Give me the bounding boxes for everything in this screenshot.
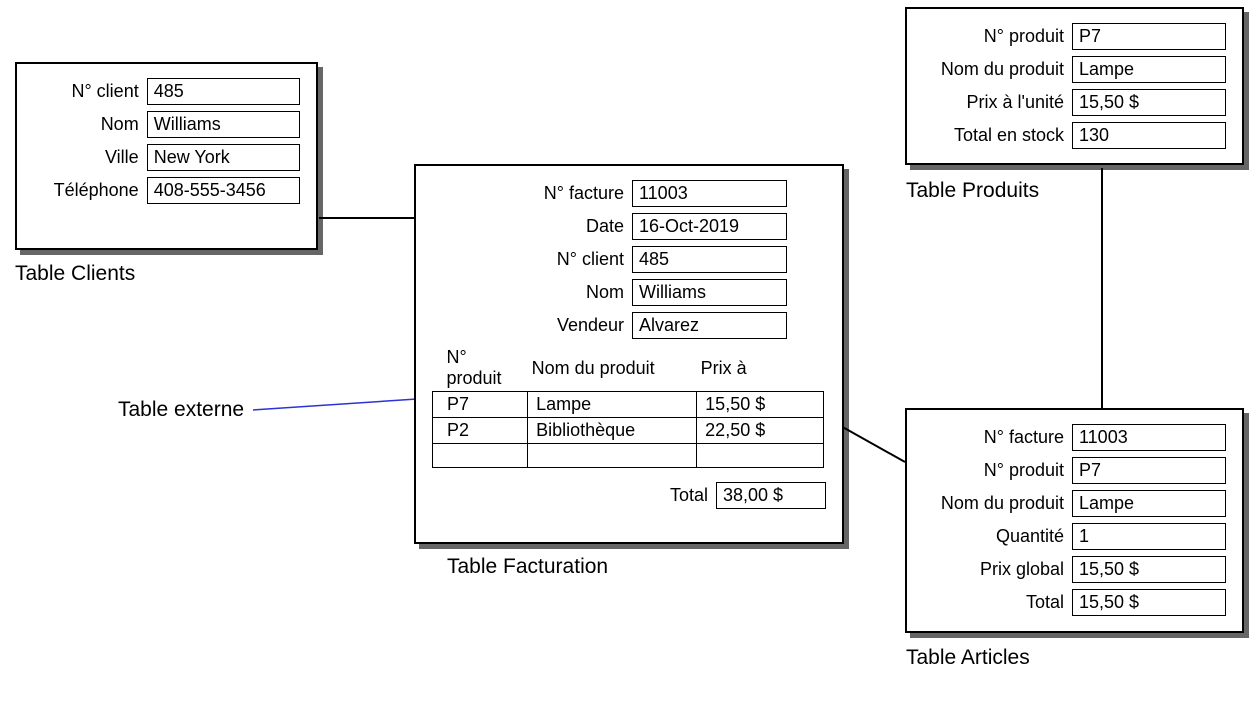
cell-id[interactable]: P2 — [433, 418, 528, 444]
field-value[interactable]: 15,50 $ — [1072, 89, 1226, 116]
field-label: N° produit — [923, 460, 1072, 481]
field-value[interactable]: 15,50 $ — [1072, 556, 1226, 583]
field-label: Téléphone — [33, 180, 147, 201]
field-label: Prix global — [923, 559, 1072, 580]
total-label: Total — [670, 485, 710, 506]
field-row: N° produit P7 — [923, 23, 1226, 50]
col-header-price: Prix à — [697, 345, 824, 392]
portal-table: N° produit Nom du produit Prix à P7 Lamp… — [432, 345, 824, 468]
field-label: Vendeur — [432, 315, 632, 336]
field-value[interactable]: New York — [147, 144, 300, 171]
field-value[interactable]: 1 — [1072, 523, 1226, 550]
field-label: Date — [432, 216, 632, 237]
field-value[interactable]: 408-555-3456 — [147, 177, 300, 204]
field-value[interactable]: Lampe — [1072, 490, 1226, 517]
field-row: Quantité 1 — [923, 523, 1226, 550]
field-row: N° facture 11003 — [432, 180, 826, 207]
cell-price[interactable]: 15,50 $ — [697, 392, 824, 418]
field-label: N° client — [432, 249, 632, 270]
cell-price[interactable]: 22,50 $ — [697, 418, 824, 444]
field-value[interactable]: P7 — [1072, 457, 1226, 484]
field-value[interactable]: 16-Oct-2019 — [632, 213, 787, 240]
table-header-row: N° produit Nom du produit Prix à — [433, 345, 824, 392]
cell-name[interactable] — [528, 444, 697, 468]
table-clients-panel: N° client 485 Nom Williams Ville New Yor… — [15, 62, 318, 250]
field-label: Nom du produit — [923, 493, 1072, 514]
cell-id[interactable] — [433, 444, 528, 468]
cell-name[interactable]: Bibliothèque — [528, 418, 697, 444]
annotation-table-externe: Table externe — [118, 398, 244, 422]
field-row: Nom Williams — [33, 111, 300, 138]
table-clients-title: Table Clients — [15, 262, 135, 286]
table-row[interactable]: P2 Bibliothèque 22,50 $ — [433, 418, 824, 444]
field-label: Quantité — [923, 526, 1072, 547]
field-value[interactable]: 11003 — [632, 180, 787, 207]
field-value[interactable]: Williams — [147, 111, 300, 138]
field-label: Nom — [33, 114, 147, 135]
field-label: N° produit — [923, 26, 1072, 47]
field-value[interactable]: Lampe — [1072, 56, 1226, 83]
field-row: Nom Williams — [432, 279, 826, 306]
field-row: N° facture 11003 — [923, 424, 1226, 451]
field-value[interactable]: 15,50 $ — [1072, 589, 1226, 616]
field-label: Total en stock — [923, 125, 1072, 146]
field-row: Date 16-Oct-2019 — [432, 213, 826, 240]
table-facturation-panel: N° facture 11003 Date 16-Oct-2019 N° cli… — [414, 164, 844, 544]
field-label: Nom du produit — [923, 59, 1072, 80]
table-articles-title: Table Articles — [906, 646, 1030, 670]
table-articles-panel: N° facture 11003 N° produit P7 Nom du pr… — [905, 408, 1244, 633]
table-produits-title: Table Produits — [906, 179, 1039, 203]
field-label: Ville — [33, 147, 147, 168]
field-label: Prix à l'unité — [923, 92, 1072, 113]
table-row[interactable] — [433, 444, 824, 468]
field-row: N° client 485 — [33, 78, 300, 105]
field-row: Total 15,50 $ — [923, 589, 1226, 616]
total-row: Total 38,00 $ — [432, 482, 826, 509]
field-row: Téléphone 408-555-3456 — [33, 177, 300, 204]
field-value[interactable]: P7 — [1072, 23, 1226, 50]
field-row: N° produit P7 — [923, 457, 1226, 484]
field-row: N° client 485 — [432, 246, 826, 273]
field-label: Total — [923, 592, 1072, 613]
table-row[interactable]: P7 Lampe 15,50 $ — [433, 392, 824, 418]
table-produits-panel: N° produit P7 Nom du produit Lampe Prix … — [905, 7, 1244, 165]
field-row: Total en stock 130 — [923, 122, 1226, 149]
field-row: Vendeur Alvarez — [432, 312, 826, 339]
cell-price[interactable] — [697, 444, 824, 468]
field-label: N° client — [33, 81, 147, 102]
total-value[interactable]: 38,00 $ — [716, 482, 826, 509]
cell-name[interactable]: Lampe — [528, 392, 697, 418]
col-header-id: N° produit — [433, 345, 528, 392]
field-row: Nom du produit Lampe — [923, 56, 1226, 83]
col-header-name: Nom du produit — [528, 345, 697, 392]
field-value[interactable]: 11003 — [1072, 424, 1226, 451]
field-value[interactable]: Williams — [632, 279, 787, 306]
field-value[interactable]: 130 — [1072, 122, 1226, 149]
cell-id[interactable]: P7 — [433, 392, 528, 418]
field-label: N° facture — [923, 427, 1072, 448]
table-facturation-title: Table Facturation — [447, 555, 608, 579]
field-value[interactable]: 485 — [147, 78, 300, 105]
field-value[interactable]: Alvarez — [632, 312, 787, 339]
field-row: Prix à l'unité 15,50 $ — [923, 89, 1226, 116]
field-row: Prix global 15,50 $ — [923, 556, 1226, 583]
field-label: N° facture — [432, 183, 632, 204]
field-row: Ville New York — [33, 144, 300, 171]
field-value[interactable]: 485 — [632, 246, 787, 273]
field-label: Nom — [432, 282, 632, 303]
field-row: Nom du produit Lampe — [923, 490, 1226, 517]
